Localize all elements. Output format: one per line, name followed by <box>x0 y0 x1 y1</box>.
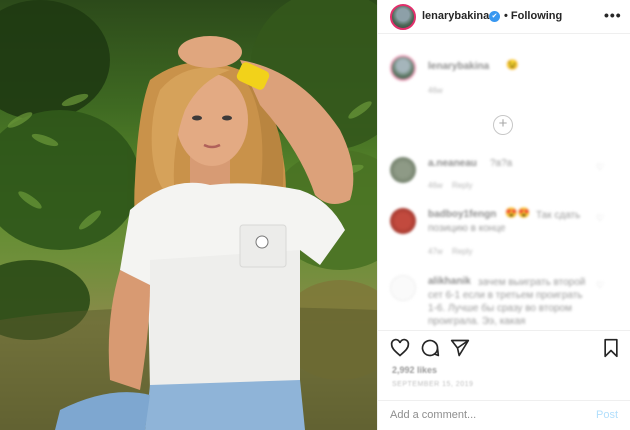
comment-avatar[interactable] <box>390 275 416 301</box>
follow-status[interactable]: • Following <box>504 10 562 22</box>
more-options-icon[interactable]: ••• <box>604 7 622 23</box>
post-photo[interactable] <box>0 0 377 430</box>
comment-avatar[interactable] <box>390 157 416 183</box>
comments-list[interactable]: lenarybakina 😉 46w + a.neaneau ?a?a 46w … <box>378 35 630 330</box>
comment-time: 46w <box>428 181 443 190</box>
like-icon[interactable] <box>390 338 410 363</box>
post-detail-panel: lenarybakina ✔ • Following ••• lenarybak… <box>377 0 630 430</box>
caption-emoji: 😉 <box>506 60 519 71</box>
comment-time: 47w <box>428 247 443 256</box>
comment-like-icon[interactable]: ♡ <box>596 213 604 224</box>
separator-dot: • <box>504 10 508 22</box>
post-date: SEPTEMBER 15, 2019 <box>392 381 474 388</box>
comment-username[interactable]: a.neaneau <box>428 158 477 169</box>
comment-text: ?a?a <box>490 158 513 169</box>
post-header: lenarybakina ✔ • Following ••• <box>378 0 630 34</box>
comment-icon[interactable] <box>420 338 440 363</box>
author-avatar[interactable] <box>390 4 416 30</box>
add-comment-bar: Post <box>378 400 630 430</box>
caption-avatar[interactable] <box>390 55 416 81</box>
author-username[interactable]: lenarybakina <box>422 10 489 22</box>
caption-username[interactable]: lenarybakina <box>428 61 489 72</box>
post-comment-button[interactable]: Post <box>596 409 618 421</box>
comment-reply-link[interactable]: Reply <box>452 247 472 256</box>
caption-time: 46w <box>428 86 443 95</box>
comment-text: Так сдать позицию в конце <box>428 210 581 234</box>
likes-count[interactable]: 2,992 likes <box>392 365 437 375</box>
comment-like-icon[interactable]: ♡ <box>596 280 604 291</box>
verified-badge-icon: ✔ <box>489 11 500 22</box>
comment-reply-link[interactable]: Reply <box>452 181 472 190</box>
post-actions: 2,992 likes SEPTEMBER 15, 2019 <box>378 330 630 400</box>
add-comment-input[interactable] <box>390 409 580 421</box>
photo-illustration <box>0 0 377 430</box>
load-more-comments-icon[interactable]: + <box>493 115 513 135</box>
bookmark-icon[interactable] <box>602 338 620 363</box>
comment-like-icon[interactable]: ♡ <box>596 162 604 173</box>
comment-text: зачем выиграть второй сет 6-1 если в тре… <box>428 277 586 327</box>
follow-status-label: Following <box>510 10 563 22</box>
share-icon[interactable] <box>450 338 470 363</box>
comment-avatar[interactable] <box>390 208 416 234</box>
